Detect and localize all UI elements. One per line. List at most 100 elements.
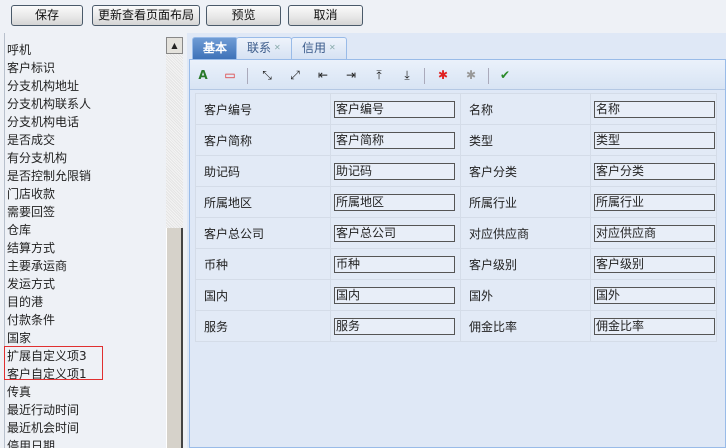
list-item[interactable]: 最近行动时间	[5, 401, 166, 419]
remove-field-icon[interactable]: ▭	[221, 66, 239, 84]
field-label: 助记码	[195, 155, 331, 187]
form-row: 客户简称 客户简称 类型 类型	[195, 124, 717, 156]
field-input[interactable]: 助记码	[334, 162, 455, 180]
move-up-icon[interactable]: ⤒	[370, 66, 388, 84]
add-field-icon[interactable]: A	[194, 66, 212, 84]
field-input[interactable]: 币种	[334, 255, 455, 273]
field-label: 客户总公司	[195, 217, 331, 249]
field-input[interactable]: 对应供应商	[594, 224, 715, 242]
field-cell: 国内	[330, 279, 461, 311]
cancel-button[interactable]: 取消	[288, 5, 363, 26]
list-item[interactable]: 分支机构电话	[5, 113, 166, 131]
field-input[interactable]: 客户级别	[594, 255, 715, 273]
list-item[interactable]: 发运方式	[5, 275, 166, 293]
indent-left-icon[interactable]: ⇤	[314, 66, 332, 84]
list-item[interactable]: 有分支机构	[5, 149, 166, 167]
close-icon[interactable]: ✕	[329, 43, 336, 52]
field-label: 所属行业	[460, 186, 591, 218]
field-input[interactable]: 客户编号	[334, 100, 455, 118]
expand-icon[interactable]: ⤢	[286, 66, 304, 84]
list-item[interactable]: 主要承运商	[5, 257, 166, 275]
field-cell: 客户级别	[590, 248, 717, 280]
move-down-icon[interactable]: ⤓	[398, 66, 416, 84]
field-cell: 所属地区	[330, 186, 461, 218]
selection-highlight	[4, 346, 103, 380]
list-item[interactable]: 最近机会时间	[5, 419, 166, 437]
field-label: 国外	[460, 279, 591, 311]
field-label: 对应供应商	[460, 217, 591, 249]
collapse-icon[interactable]: ⤡	[258, 66, 276, 84]
field-label: 类型	[460, 124, 591, 156]
close-icon[interactable]: ✕	[274, 43, 281, 52]
list-item[interactable]: 分支机构地址	[5, 77, 166, 95]
field-cell: 所属行业	[590, 186, 717, 218]
list-item[interactable]: 国家	[5, 329, 166, 347]
field-label: 国内	[195, 279, 331, 311]
required-icon[interactable]: ✱	[434, 66, 452, 84]
separator	[488, 68, 489, 84]
field-cell: 名称	[590, 93, 717, 125]
scrollbar[interactable]: ▲	[166, 37, 183, 448]
detail-panel: 基本 联系 ✕ 信用 ✕ A ▭ ⤡ ⤢ ⇤ ⇥ ⤒ ⤓ ✱ ✱ ✔ 客户编号 客户…	[187, 33, 726, 448]
not-required-icon[interactable]: ✱	[462, 66, 480, 84]
list-item[interactable]: 呼机	[5, 41, 166, 59]
form-row: 所属地区 所属地区 所属行业 所属行业	[195, 186, 717, 218]
form-row: 币种 币种 客户级别 客户级别	[195, 248, 717, 280]
list-item[interactable]: 是否控制允限销	[5, 167, 166, 185]
field-cell: 客户总公司	[330, 217, 461, 249]
list-item[interactable]: 需要回签	[5, 203, 166, 221]
layout-settings-icon[interactable]: ✔	[496, 66, 514, 84]
field-cell: 类型	[590, 124, 717, 156]
field-cell: 对应供应商	[590, 217, 717, 249]
form-table: 客户编号 客户编号 名称 名称 客户简称 客户简称 类型 类型 助记码 助记码 客户…	[195, 93, 717, 342]
list-item[interactable]: 目的港	[5, 293, 166, 311]
preview-button[interactable]: 预览	[206, 5, 281, 26]
field-list: 呼机 客户标识 分支机构地址 分支机构联系人 分支机构电话 是否成交 有分支机构 是否控制允限…	[4, 33, 166, 448]
field-cell: 币种	[330, 248, 461, 280]
field-cell: 服务	[330, 310, 461, 342]
field-cell: 国外	[590, 279, 717, 311]
list-item[interactable]: 分支机构联系人	[5, 95, 166, 113]
list-item[interactable]: 仓库	[5, 221, 166, 239]
field-input[interactable]: 客户总公司	[334, 224, 455, 242]
scroll-up-icon[interactable]: ▲	[166, 37, 183, 54]
list-item[interactable]: 付款条件	[5, 311, 166, 329]
field-input[interactable]: 佣金比率	[594, 317, 715, 335]
scroll-thumb[interactable]	[166, 228, 183, 448]
tab-panel: A ▭ ⤡ ⤢ ⇤ ⇥ ⤒ ⤓ ✱ ✱ ✔ 客户编号 客户编号 名称 名称 客户简…	[189, 59, 726, 448]
save-button[interactable]: 保存	[11, 5, 83, 26]
field-cell: 佣金比率	[590, 310, 717, 342]
tab-credit[interactable]: 信用 ✕	[291, 37, 347, 59]
field-label: 客户分类	[460, 155, 591, 187]
list-item[interactable]: 门店收款	[5, 185, 166, 203]
list-item[interactable]: 客户标识	[5, 59, 166, 77]
field-input[interactable]: 客户简称	[334, 131, 455, 149]
field-label: 佣金比率	[460, 310, 591, 342]
field-input[interactable]: 所属地区	[334, 193, 455, 211]
update-layout-button[interactable]: 更新查看页面布局	[92, 5, 200, 26]
list-item[interactable]: 是否成交	[5, 131, 166, 149]
form-row: 助记码 助记码 客户分类 客户分类	[195, 155, 717, 187]
field-input[interactable]: 国外	[594, 286, 715, 304]
tab-contact[interactable]: 联系 ✕	[236, 37, 292, 59]
indent-right-icon[interactable]: ⇥	[342, 66, 360, 84]
field-label: 服务	[195, 310, 331, 342]
field-input[interactable]: 国内	[334, 286, 455, 304]
form-row: 服务 服务 佣金比率 佣金比率	[195, 310, 717, 342]
list-item[interactable]: 停用日期	[5, 437, 166, 448]
layout-toolbar: A ▭ ⤡ ⤢ ⇤ ⇥ ⤒ ⤓ ✱ ✱ ✔	[190, 60, 725, 90]
field-cell: 客户编号	[330, 93, 461, 125]
field-input[interactable]: 服务	[334, 317, 455, 335]
field-input[interactable]: 名称	[594, 100, 715, 118]
field-input[interactable]: 客户分类	[594, 162, 715, 180]
list-item-cut	[5, 33, 166, 41]
separator	[424, 68, 425, 84]
list-item[interactable]: 传真	[5, 383, 166, 401]
field-input[interactable]: 类型	[594, 131, 715, 149]
field-cell: 客户简称	[330, 124, 461, 156]
list-item[interactable]: 结算方式	[5, 239, 166, 257]
field-input[interactable]: 所属行业	[594, 193, 715, 211]
tab-basic[interactable]: 基本	[192, 37, 239, 59]
field-label: 币种	[195, 248, 331, 280]
field-label: 名称	[460, 93, 591, 125]
